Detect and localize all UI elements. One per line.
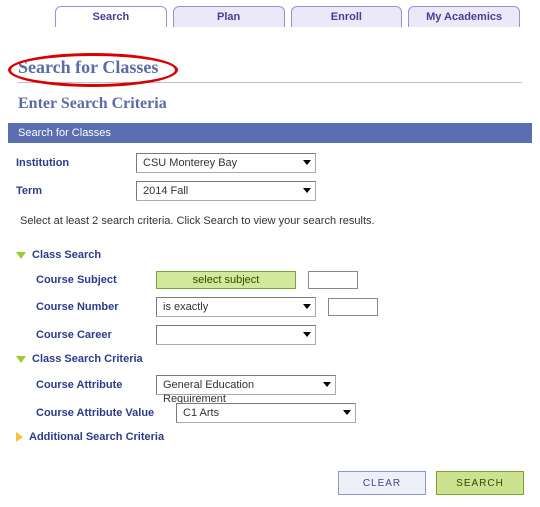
course-number-op-value: is exactly: [163, 301, 208, 313]
chevron-down-icon: [303, 304, 311, 309]
course-career-label: Course Career: [16, 329, 156, 341]
course-subject-label: Course Subject: [16, 274, 156, 286]
collapse-down-icon: [16, 356, 26, 363]
class-search-title: Class Search: [32, 249, 101, 261]
course-number-op-select[interactable]: is exactly: [156, 297, 316, 317]
term-select[interactable]: 2014 Fall: [136, 181, 316, 201]
institution-label: Institution: [16, 157, 136, 169]
criteria-note: Select at least 2 search criteria. Click…: [16, 209, 524, 241]
chevron-down-icon: [303, 332, 311, 337]
tab-plan[interactable]: Plan: [173, 6, 285, 27]
subheading: Enter Search Criteria: [0, 89, 540, 123]
heading-area: Search for Classes: [0, 27, 540, 89]
course-career-select[interactable]: [156, 325, 316, 345]
expand-right-icon: [16, 432, 23, 442]
tab-search[interactable]: Search: [55, 6, 167, 27]
additional-criteria-toggle[interactable]: Additional Search Criteria: [16, 431, 524, 443]
tab-my-academics[interactable]: My Academics: [408, 6, 520, 27]
select-subject-button[interactable]: select subject: [156, 271, 296, 289]
clear-button[interactable]: Clear: [338, 471, 426, 495]
chevron-down-icon: [303, 188, 311, 193]
chevron-down-icon: [303, 160, 311, 165]
term-label: Term: [16, 185, 136, 197]
course-subject-input[interactable]: [308, 271, 358, 289]
title-rule: [18, 82, 522, 83]
class-search-criteria-toggle[interactable]: Class Search Criteria: [16, 353, 524, 365]
section-bar: Search for Classes: [8, 123, 532, 143]
term-value: 2014 Fall: [143, 185, 188, 197]
course-number-label: Course Number: [16, 301, 156, 313]
class-search-toggle[interactable]: Class Search: [16, 249, 524, 261]
class-search-criteria-title: Class Search Criteria: [32, 353, 143, 365]
course-attribute-value-label: Course Attribute Value: [16, 407, 176, 419]
course-attribute-select[interactable]: General Education Requirement: [156, 375, 336, 395]
course-number-input[interactable]: [328, 298, 378, 316]
institution-select[interactable]: CSU Monterey Bay: [136, 153, 316, 173]
chevron-down-icon: [343, 410, 351, 415]
button-row: Clear Search: [0, 467, 540, 505]
course-attribute-value: General Education Requirement: [163, 379, 254, 405]
course-attribute-label: Course Attribute: [16, 379, 156, 391]
course-attribute-value-selected: C1 Arts: [183, 407, 219, 419]
page-title: Search for Classes: [18, 57, 522, 80]
collapse-down-icon: [16, 252, 26, 259]
additional-criteria-title: Additional Search Criteria: [29, 431, 164, 443]
chevron-down-icon: [323, 382, 331, 387]
tab-enroll[interactable]: Enroll: [291, 6, 403, 27]
tab-row: Search Plan Enroll My Academics: [0, 0, 540, 27]
form-body: Institution CSU Monterey Bay Term 2014 F…: [0, 143, 540, 467]
course-attribute-value-select[interactable]: C1 Arts: [176, 403, 356, 423]
institution-value: CSU Monterey Bay: [143, 157, 237, 169]
search-button[interactable]: Search: [436, 471, 524, 495]
